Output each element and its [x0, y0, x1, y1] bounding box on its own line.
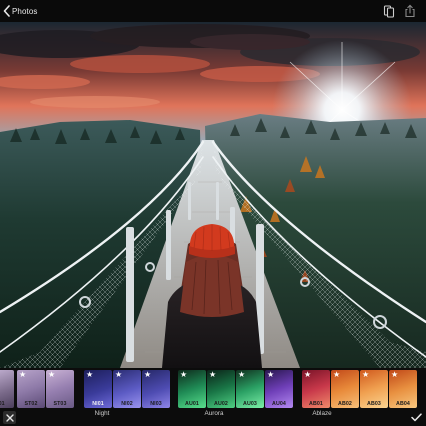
compare-button[interactable] — [382, 4, 396, 18]
favorite-star-icon[interactable]: ★ — [333, 371, 340, 379]
filter-code-label: AB04 — [396, 401, 410, 407]
filter-code-label: AB01 — [309, 401, 323, 407]
filter-code-label: AB02 — [338, 401, 352, 407]
chevron-left-icon — [3, 5, 10, 17]
back-label: Photos — [12, 6, 38, 16]
edited-photo — [0, 22, 426, 368]
filter-thumb-au04[interactable]: ★ AU04 — [265, 370, 293, 408]
filter-code-label: NI03 — [150, 401, 162, 407]
favorite-star-icon[interactable]: ★ — [362, 371, 369, 379]
group-label-aurora: Aurora — [204, 410, 224, 417]
group-label-night: Night — [94, 410, 110, 417]
filter-thumb-au02[interactable]: ★ AU02 — [207, 370, 235, 408]
filter-code-label: AU02 — [214, 401, 228, 407]
filter-thumb-ni01[interactable]: ★ NI01 — [84, 370, 112, 408]
filter-thumb-au03[interactable]: ★ AU03 — [236, 370, 264, 408]
favorite-star-icon[interactable]: ★ — [304, 371, 311, 379]
favorite-star-icon[interactable]: ★ — [48, 371, 55, 379]
filter-thumb-ni03[interactable]: ★ NI03 — [142, 370, 170, 408]
filter-code-label: ST02 — [24, 401, 38, 407]
filter-thumb-ab01[interactable]: ★ AB01 — [302, 370, 330, 408]
top-bar: Photos — [0, 0, 426, 22]
back-button[interactable]: Photos — [3, 4, 38, 18]
filter-thumb-ab03[interactable]: ★ AB03 — [360, 370, 388, 408]
filter-code-label: NI02 — [121, 401, 133, 407]
favorite-star-icon[interactable]: ★ — [391, 371, 398, 379]
favorite-star-icon[interactable]: ★ — [209, 371, 216, 379]
share-button[interactable] — [403, 4, 417, 18]
filter-code-label: ST03 — [53, 401, 67, 407]
filter-thumb-ni02[interactable]: ★ NI02 — [113, 370, 141, 408]
filter-code-label: T01 — [0, 401, 5, 407]
favorite-star-icon[interactable]: ★ — [19, 371, 26, 379]
favorite-star-icon[interactable]: ★ — [267, 371, 274, 379]
filter-thumb-ab04[interactable]: ★ AB04 — [389, 370, 417, 408]
filter-code-label: AU01 — [185, 401, 199, 407]
compare-icon — [383, 5, 395, 18]
filter-thumb-ab02[interactable]: ★ AB02 — [331, 370, 359, 408]
filter-strip[interactable]: ★T01★ST02★ST03★NI01★NI02★NI03★AU01★AU02★… — [0, 368, 426, 426]
filter-thumb-au01[interactable]: ★ AU01 — [178, 370, 206, 408]
filter-code-label: AU03 — [243, 401, 257, 407]
filter-code-label: AB03 — [367, 401, 381, 407]
filter-thumb-t01[interactable]: ★T01 — [0, 370, 14, 408]
favorite-star-icon[interactable]: ★ — [238, 371, 245, 379]
filter-code-label: NI01 — [92, 401, 104, 407]
close-icon — [5, 413, 14, 422]
favorite-star-icon[interactable]: ★ — [144, 371, 151, 379]
checkmark-icon — [411, 413, 422, 422]
share-icon — [405, 4, 415, 18]
group-label-ablaze: Ablaze — [312, 410, 332, 417]
favorite-star-icon[interactable]: ★ — [180, 371, 187, 379]
filter-thumb-st03[interactable]: ★ ST03 — [46, 370, 74, 408]
favorite-star-icon[interactable]: ★ — [115, 371, 122, 379]
favorite-star-icon[interactable]: ★ — [86, 371, 93, 379]
apply-button[interactable] — [410, 411, 423, 424]
cancel-button[interactable] — [3, 411, 16, 424]
filter-thumb-st02[interactable]: ★ ST02 — [17, 370, 45, 408]
filter-code-label: AU04 — [272, 401, 286, 407]
